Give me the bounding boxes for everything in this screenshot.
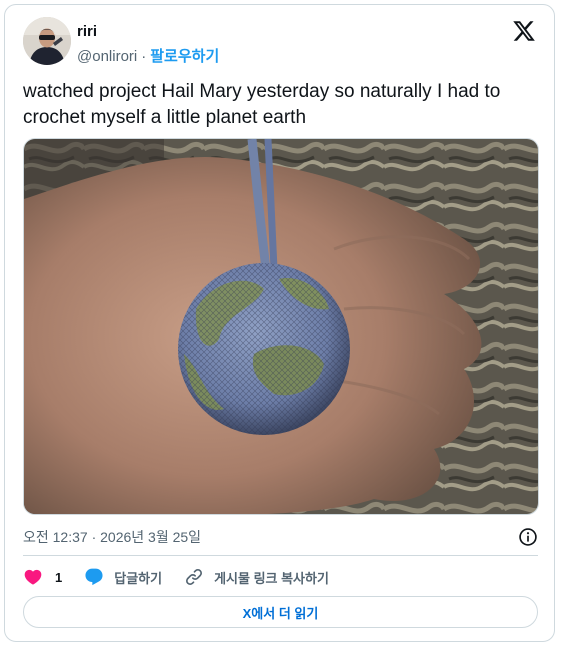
tweet-image[interactable] — [23, 138, 539, 515]
heart-icon — [24, 569, 42, 585]
timestamp-row: 오전 12:37 · 2026년 3월 25일 — [23, 527, 538, 547]
handle-row: @onlirori · 팔로우하기 — [77, 45, 219, 66]
user-handle[interactable]: @onlirori — [77, 48, 137, 65]
tweet-timestamp[interactable]: 오전 12:37 · 2026년 3월 25일 — [23, 529, 201, 545]
crochet-earth-photo — [24, 139, 538, 514]
x-logo-icon[interactable] — [512, 19, 536, 43]
like-count: 1 — [55, 569, 63, 585]
copy-link-button[interactable]: 게시물 링크 복사하기 — [184, 567, 329, 587]
tweet-text: watched project Hail Mary yesterday so n… — [23, 81, 501, 128]
read-more-button[interactable]: X에서 더 읽기 — [23, 596, 538, 628]
tweet-card: riri @onlirori · 팔로우하기 watched project Hai… — [4, 4, 555, 642]
reply-button[interactable]: 답글하기 — [84, 567, 162, 587]
avatar-photo — [23, 17, 71, 65]
action-bar: 1 답글하기 게시물 링크 복사하기 — [23, 565, 351, 589]
speech-bubble-icon — [85, 568, 103, 586]
link-icon — [186, 569, 203, 585]
divider — [23, 555, 538, 556]
reply-label: 답글하기 — [114, 570, 163, 586]
separator-dot: · — [141, 48, 147, 65]
follow-button[interactable]: 팔로우하기 — [150, 48, 219, 65]
display-name[interactable]: riri — [77, 23, 97, 40]
copy-link-label: 게시물 링크 복사하기 — [214, 570, 329, 586]
info-icon[interactable] — [518, 527, 538, 547]
avatar[interactable] — [23, 17, 71, 65]
like-button[interactable]: 1 — [23, 567, 62, 587]
